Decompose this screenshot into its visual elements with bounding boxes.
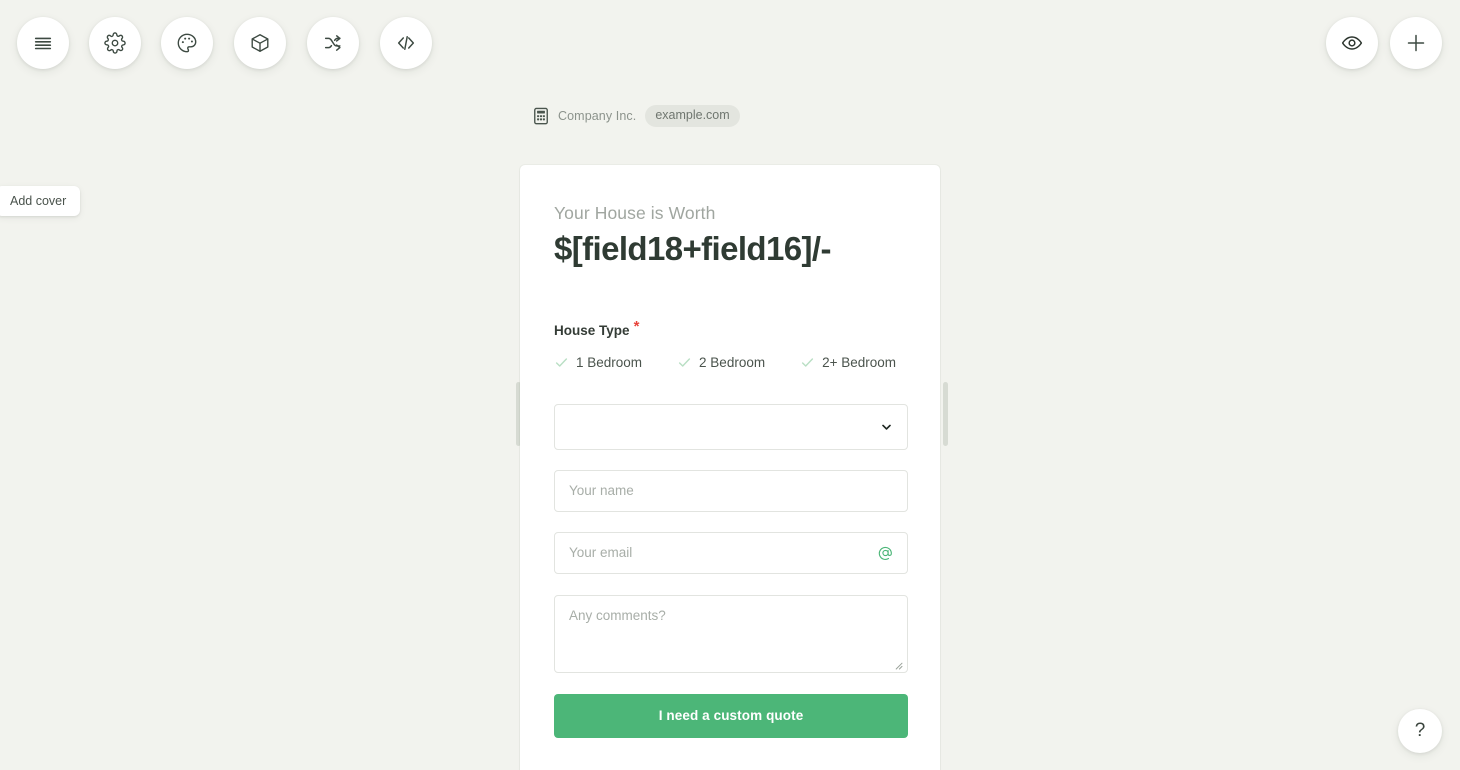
- breadcrumb-company-name: Company Inc.: [558, 109, 637, 123]
- plus-icon: [1407, 34, 1425, 52]
- cube-icon: [251, 34, 269, 52]
- calculator-icon: [534, 107, 548, 125]
- menu-icon: [34, 37, 52, 50]
- palette-icon: [177, 33, 197, 53]
- name-input[interactable]: [554, 469, 908, 512]
- check-icon: [802, 358, 814, 367]
- check-icon: [678, 358, 691, 367]
- add-block-button[interactable]: [1390, 17, 1442, 69]
- form-eyebrow: Your House is Worth: [554, 203, 716, 223]
- shuffle-icon-button[interactable]: [307, 17, 359, 69]
- email-field: [554, 531, 908, 574]
- card-resize-handle-right[interactable]: [943, 382, 948, 446]
- dropdown-field: [554, 403, 908, 450]
- email-input[interactable]: [554, 531, 908, 574]
- menu-icon-button[interactable]: [17, 17, 69, 69]
- breadcrumb: Company Inc. example.com: [533, 105, 740, 127]
- check-icon: [555, 358, 568, 367]
- house-type-label: House Type *: [554, 318, 640, 338]
- checkbox-option-1-bedroom[interactable]: 1 Bedroom: [554, 355, 642, 370]
- comments-textarea[interactable]: [554, 594, 908, 673]
- add-cover-label: Add cover: [10, 194, 67, 208]
- eye-icon: [1341, 36, 1363, 50]
- shuffle-icon: [324, 35, 341, 51]
- editor-canvas: Add cover Company Inc. example.com Your …: [0, 0, 1460, 770]
- submit-button[interactable]: I need a custom quote: [554, 693, 908, 738]
- checkbox-option-2plus-bedroom[interactable]: 2+ Bedroom: [800, 355, 896, 370]
- checkbox-option-2-bedroom[interactable]: 2 Bedroom: [677, 355, 765, 370]
- gear-icon: [104, 32, 126, 54]
- cube-icon-button[interactable]: [234, 17, 286, 69]
- form-headline-formula: $[field18+field16]/-: [554, 230, 831, 267]
- palette-icon-button[interactable]: [161, 17, 213, 69]
- dropdown-select[interactable]: [554, 403, 908, 450]
- checkbox-label: 2 Bedroom: [699, 354, 766, 370]
- house-type-checkbox-group: 1 Bedroom 2 Bedroom 2+ Bedroom: [554, 355, 906, 370]
- checkbox-label: 2+ Bedroom: [822, 354, 897, 370]
- house-type-label-text: House Type: [554, 322, 630, 338]
- code-icon-button[interactable]: [380, 17, 432, 69]
- checkbox-label: 1 Bedroom: [576, 354, 643, 370]
- help-button[interactable]: ?: [1398, 709, 1442, 753]
- breadcrumb-domain-badge[interactable]: example.com: [645, 105, 740, 127]
- comments-field: [554, 594, 908, 673]
- add-cover-button[interactable]: Add cover: [0, 186, 81, 216]
- preview-eye-button[interactable]: [1326, 17, 1378, 69]
- gear-icon-button[interactable]: [89, 17, 141, 69]
- form-card: Your House is Worth $[field18+field16]/-…: [520, 165, 940, 770]
- code-icon: [397, 36, 415, 50]
- required-asterisk: *: [633, 317, 640, 335]
